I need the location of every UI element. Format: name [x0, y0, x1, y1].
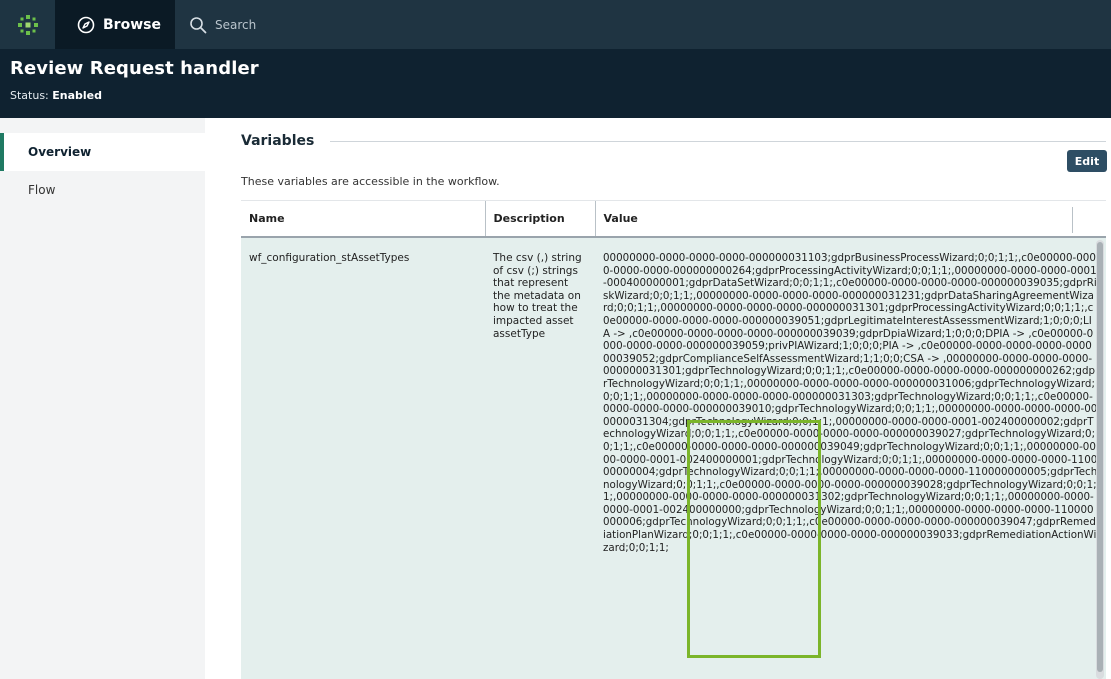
section-title: Variables: [241, 133, 315, 149]
section-divider: [330, 140, 1106, 142]
search-input[interactable]: [215, 17, 915, 32]
browse-label: Browse: [103, 16, 161, 33]
edit-button[interactable]: Edit: [1067, 150, 1107, 172]
value-scrollbar[interactable]: [1096, 240, 1104, 679]
variable-value-text: 00000000-0000-0000-0000-000000031103;gdp…: [603, 252, 1098, 554]
sidebar: Overview Flow: [0, 118, 205, 679]
table-header-row: Name Description Value: [241, 201, 1106, 238]
variable-value: 00000000-0000-0000-0000-000000031103;gdp…: [595, 237, 1106, 679]
column-header-value[interactable]: Value: [594, 201, 1106, 238]
status-value: Enabled: [52, 89, 103, 102]
scrollbar-thumb[interactable]: [1097, 242, 1103, 672]
variable-description: The csv (,) string of csv (;) strings th…: [485, 237, 595, 679]
sidebar-item-flow[interactable]: Flow: [0, 171, 205, 209]
variable-name: wf_configuration_stAssetTypes: [241, 237, 485, 679]
column-header-description[interactable]: Description: [484, 201, 595, 238]
search-icon: [190, 16, 207, 33]
compass-icon: [77, 16, 95, 33]
top-navigation-bar: Browse: [0, 0, 1111, 49]
table-row[interactable]: wf_configuration_stAssetTypes The csv (,…: [241, 237, 1106, 679]
section-header: Variables: [241, 133, 1106, 149]
page-header: Review Request handler Status: Enabled: [0, 49, 1111, 118]
main-content: Variables These variables are accessible…: [205, 118, 1111, 679]
logo-button[interactable]: [0, 0, 55, 49]
sidebar-item-overview[interactable]: Overview: [0, 133, 205, 171]
page-title: Review Request handler: [10, 58, 259, 79]
status-line: Status: Enabled: [10, 89, 1101, 102]
search-bar[interactable]: [175, 0, 1111, 49]
browse-button[interactable]: Browse: [55, 0, 175, 49]
column-end-divider: [1072, 207, 1073, 233]
section-description: These variables are accessible in the wo…: [241, 175, 500, 188]
sailpoint-logo-icon: [17, 14, 38, 35]
column-header-name[interactable]: Name: [241, 201, 485, 238]
variables-table: Name Description Value wf_configuration_…: [241, 201, 1106, 679]
status-label: Status:: [10, 89, 49, 102]
